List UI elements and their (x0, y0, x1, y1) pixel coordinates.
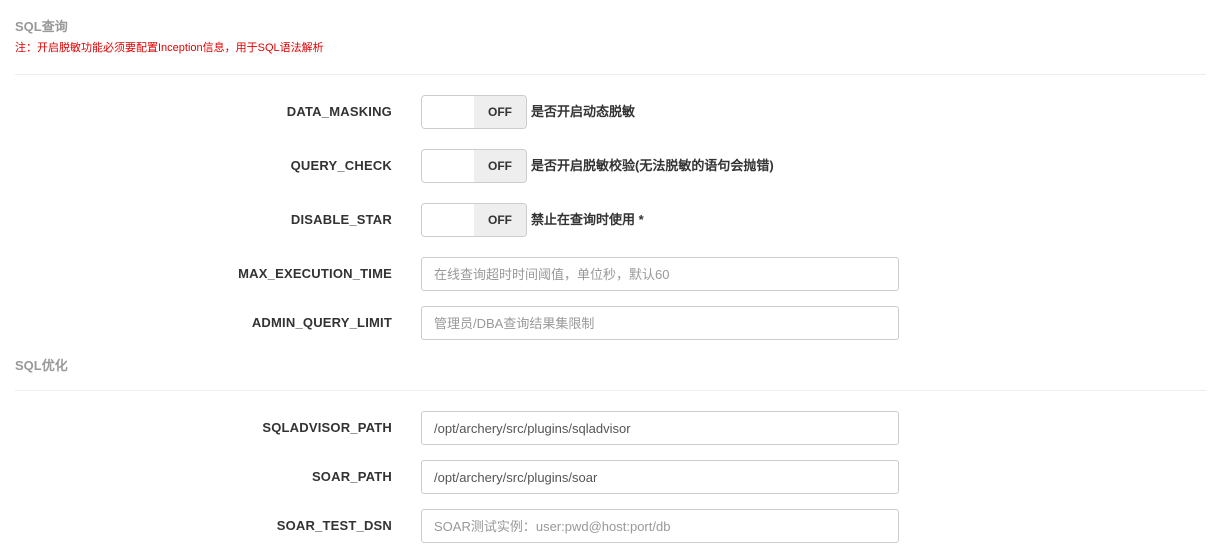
desc-data-masking: 是否开启动态脱敏 (531, 104, 636, 119)
label-disable-star: DISABLE_STAR (290, 212, 392, 227)
section-title-sql-query: SQL查询 (15, 19, 68, 34)
label-max-execution-time: MAX_EXECUTION_TIME (238, 266, 392, 281)
toggle-handle (422, 96, 474, 128)
row-data-masking: DATA_MASKING OFF 是否开启动态脱敏 (0, 95, 1216, 129)
desc-disable-star: 禁止在查询时使用 * (531, 212, 644, 227)
query-check-toggle[interactable]: OFF (421, 149, 527, 183)
inception-config-note: 注：开启脱敏功能必须要配置Inception信息，用于SQL语法解析 (15, 42, 324, 54)
label-soar-test-dsn: SOAR_TEST_DSN (276, 518, 392, 533)
row-max-execution-time: MAX_EXECUTION_TIME (0, 257, 1216, 291)
toggle-state-off: OFF (474, 96, 526, 128)
row-sqladvisor-path: SQLADVISOR_PATH (0, 411, 1216, 445)
row-soar-test-dsn: SOAR_TEST_DSN (0, 509, 1216, 543)
max-execution-time-input[interactable] (421, 257, 899, 291)
row-soar-path: SOAR_PATH (0, 460, 1216, 494)
row-admin-query-limit: ADMIN_QUERY_LIMIT (0, 306, 1216, 340)
desc-query-check: 是否开启脱敏校验(无法脱敏的语句会抛错) (531, 158, 774, 173)
soar-test-dsn-input[interactable] (421, 509, 899, 543)
label-sqladvisor-path: SQLADVISOR_PATH (262, 420, 392, 435)
settings-page: SQL查询 注：开启脱敏功能必须要配置Inception信息，用于SQL语法解析… (0, 0, 1216, 552)
row-query-check: QUERY_CHECK OFF 是否开启脱敏校验(无法脱敏的语句会抛错) (0, 149, 1216, 183)
row-disable-star: DISABLE_STAR OFF 禁止在查询时使用 * (0, 203, 1216, 237)
sqladvisor-path-input[interactable] (421, 411, 899, 445)
label-query-check: QUERY_CHECK (290, 158, 392, 173)
soar-path-input[interactable] (421, 460, 899, 494)
section-divider (15, 74, 1206, 75)
section-divider (15, 390, 1206, 391)
label-data-masking: DATA_MASKING (286, 104, 392, 119)
toggle-state-off: OFF (474, 204, 526, 236)
label-admin-query-limit: ADMIN_QUERY_LIMIT (251, 315, 392, 330)
disable-star-toggle[interactable]: OFF (421, 203, 527, 237)
toggle-state-off: OFF (474, 150, 526, 182)
section-title-sql-optimize: SQL优化 (15, 358, 68, 373)
toggle-handle (422, 150, 474, 182)
data-masking-toggle[interactable]: OFF (421, 95, 527, 129)
label-soar-path: SOAR_PATH (311, 469, 392, 484)
toggle-handle (422, 204, 474, 236)
admin-query-limit-input[interactable] (421, 306, 899, 340)
